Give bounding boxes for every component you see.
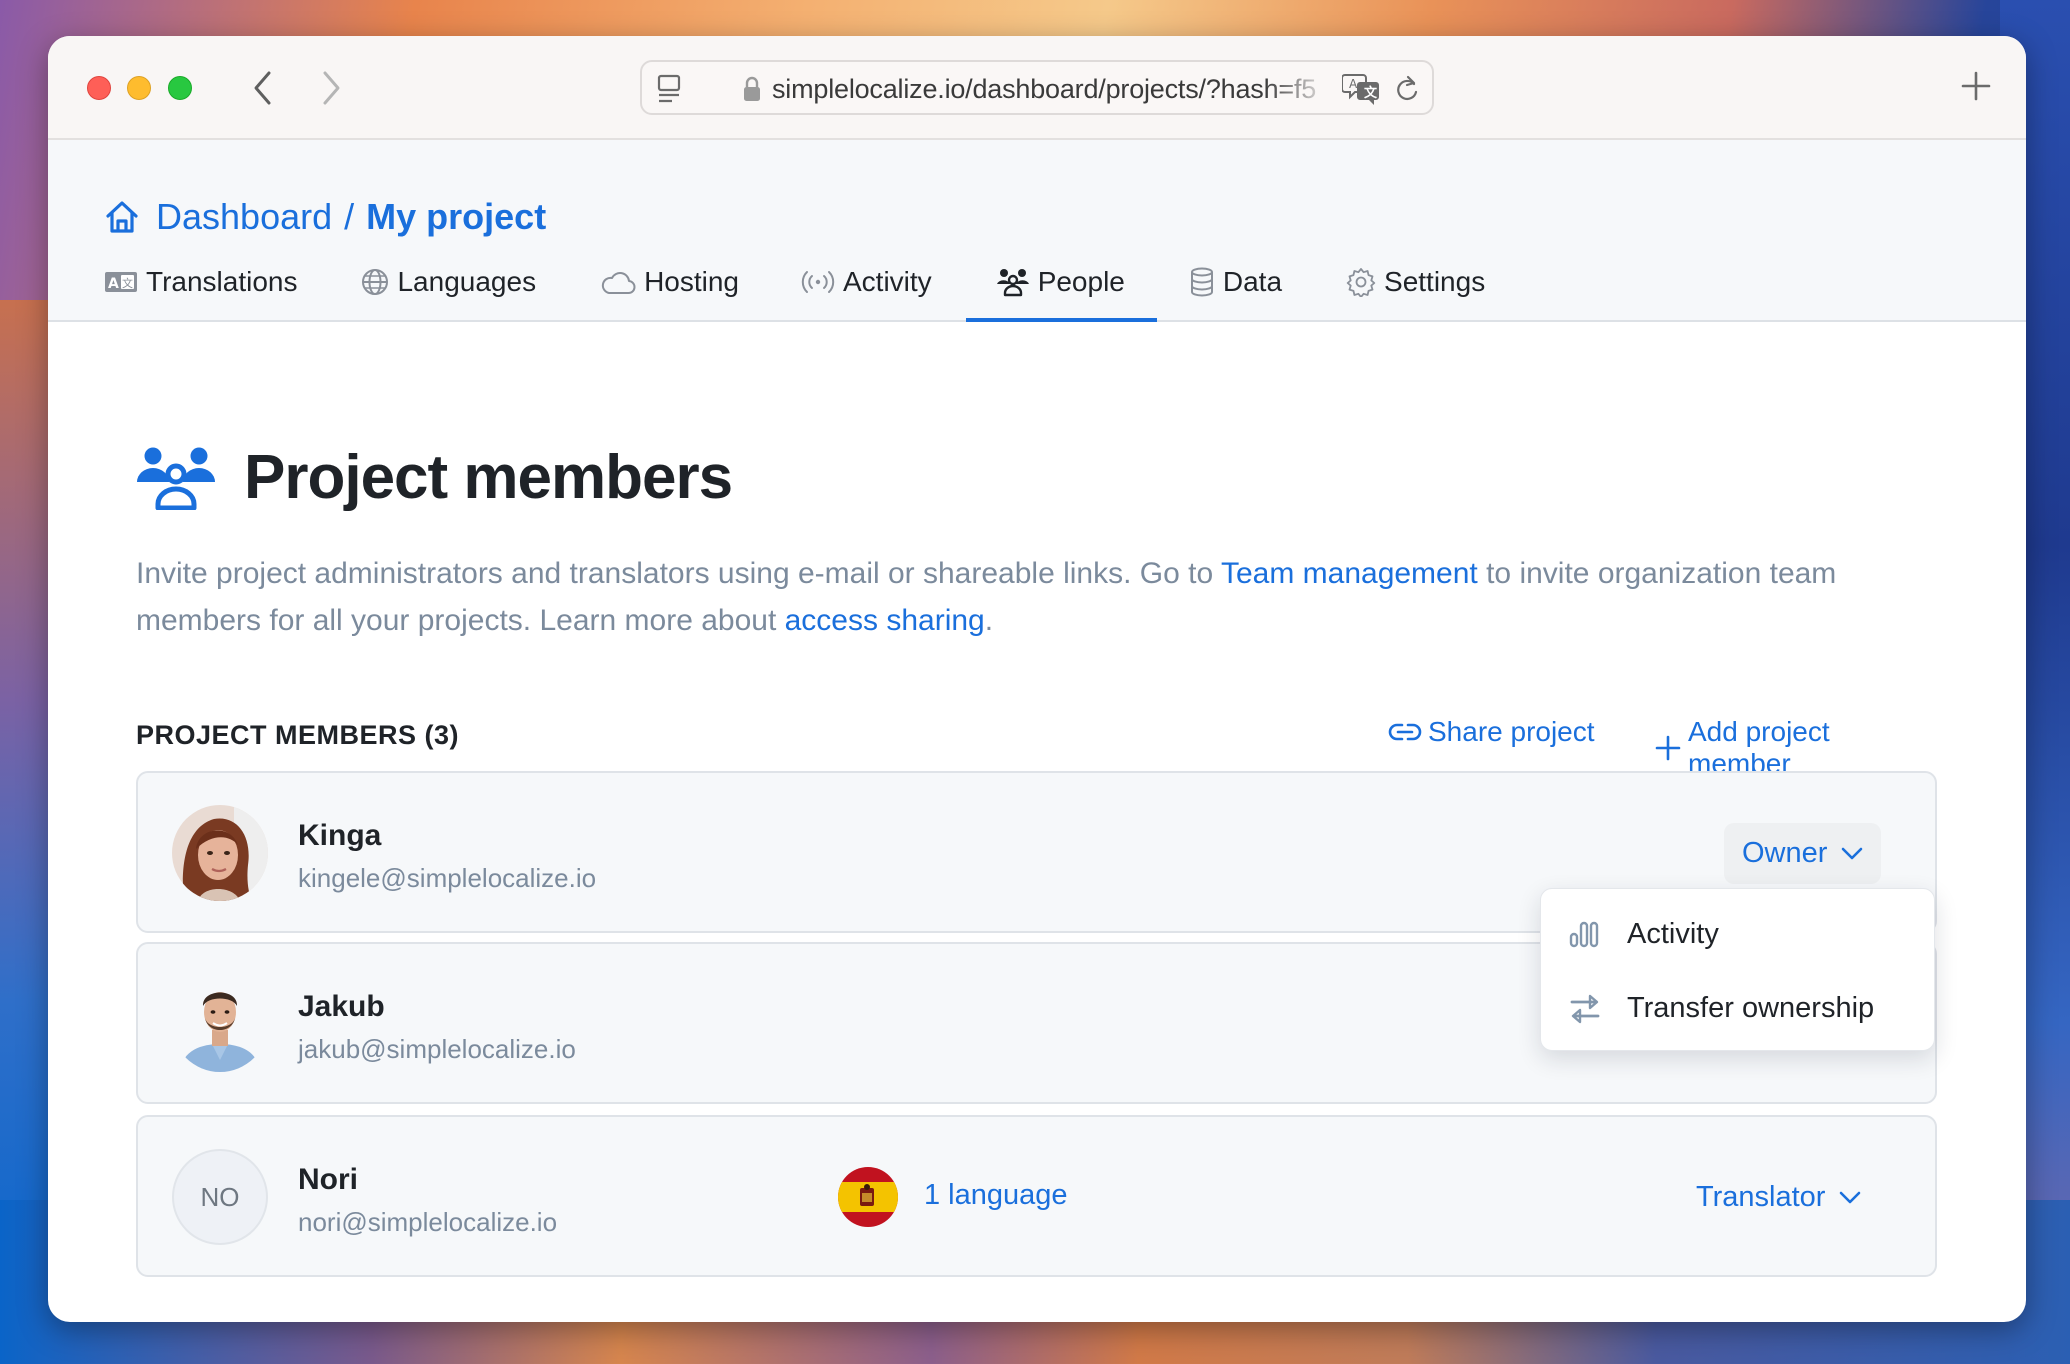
member-email: jakub@simplelocalize.io xyxy=(298,1034,576,1064)
share-project-button[interactable]: Share project xyxy=(1388,716,1595,748)
lock-icon xyxy=(742,76,762,107)
page-title: Project members xyxy=(244,443,733,512)
avatar xyxy=(172,976,268,1072)
menu-item-transfer-ownership[interactable]: Transfer ownership xyxy=(1541,973,1934,1043)
share-project-label: Share project xyxy=(1428,716,1595,747)
role-label: Translator xyxy=(1696,1181,1826,1213)
close-window-button[interactable] xyxy=(87,76,111,100)
globe-icon xyxy=(361,268,389,296)
menu-item-label: Activity xyxy=(1627,917,1719,950)
home-icon[interactable] xyxy=(104,199,140,235)
project-header: Dashboard / My project A文 Translations L… xyxy=(48,140,2026,322)
svg-text:文: 文 xyxy=(122,276,133,290)
member-row: NO Nori nori@simplelocalize.io 1 languag… xyxy=(136,1115,1937,1277)
svg-text:A: A xyxy=(1349,77,1358,91)
chevron-right-icon xyxy=(323,71,340,105)
translate-box-icon: A文 xyxy=(104,270,138,294)
tab-activity[interactable]: Activity xyxy=(801,257,932,307)
description-text: Invite project administrators and transl… xyxy=(136,557,1221,590)
tab-people[interactable]: People xyxy=(965,257,1158,322)
transfer-arrows-icon xyxy=(1569,992,1601,1024)
tab-label: Data xyxy=(1222,266,1283,297)
people-icon xyxy=(136,446,216,510)
member-email: nori@simplelocalize.io xyxy=(298,1207,558,1237)
plus-icon xyxy=(1654,734,1682,762)
tab-languages[interactable]: Languages xyxy=(361,257,536,307)
page-title-row: Project members xyxy=(136,442,733,513)
svg-text:文: 文 xyxy=(1364,85,1378,101)
project-tabs: A文 Translations Languages Hosting Activi… xyxy=(104,257,1485,322)
bar-chart-icon xyxy=(1569,920,1601,948)
minimize-window-button[interactable] xyxy=(127,76,151,100)
member-name: Kinga xyxy=(298,819,382,852)
chevron-down-icon xyxy=(1839,1191,1861,1205)
tab-label: People xyxy=(1037,266,1125,297)
spain-flag-icon xyxy=(838,1167,898,1227)
role-dropdown-button[interactable]: Translator xyxy=(1678,1167,1879,1228)
zoom-window-button[interactable] xyxy=(168,76,192,100)
menu-item-label: Transfer ownership xyxy=(1627,991,1875,1024)
svg-text:A: A xyxy=(108,276,119,292)
role-dropdown-button[interactable]: Owner xyxy=(1724,823,1882,884)
address-bar[interactable]: simplelocalize.io/dashboard/projects/?ha… xyxy=(640,60,1434,115)
chevron-down-icon xyxy=(1841,847,1863,861)
link-icon xyxy=(1388,720,1422,744)
url-text[interactable]: simplelocalize.io/dashboard/projects/?ha… xyxy=(772,74,1332,105)
members-section-title: PROJECT MEMBERS (3) xyxy=(136,720,460,750)
breadcrumb-current-project[interactable]: My project xyxy=(366,196,546,238)
tab-translations[interactable]: A文 Translations xyxy=(104,257,297,307)
plus-icon xyxy=(1961,71,1991,101)
tab-label: Activity xyxy=(843,266,932,297)
menu-item-activity[interactable]: Activity xyxy=(1541,899,1934,969)
tab-settings[interactable]: Settings xyxy=(1346,257,1485,307)
role-label: Owner xyxy=(1742,837,1828,869)
breadcrumb-dashboard-link[interactable]: Dashboard xyxy=(156,196,332,238)
tab-label: Translations xyxy=(146,266,298,297)
breadcrumb-separator: / xyxy=(344,196,355,237)
tab-data[interactable]: Data xyxy=(1189,257,1282,307)
database-icon xyxy=(1189,267,1215,297)
member-email: kingele@simplelocalize.io xyxy=(298,863,597,893)
breadcrumb: Dashboard / My project xyxy=(104,196,546,238)
back-button[interactable] xyxy=(242,66,282,110)
member-name: Jakub xyxy=(298,990,385,1023)
description-text: . xyxy=(984,604,994,637)
page-description: Invite project administrators and transl… xyxy=(136,550,1876,644)
avatar-initials: NO xyxy=(172,1149,268,1245)
gear-icon xyxy=(1346,267,1376,297)
members-section-header: PROJECT MEMBERS (3) Share project Add pr… xyxy=(136,712,1936,779)
people-icon xyxy=(996,267,1030,297)
languages-link[interactable]: 1 language xyxy=(924,1179,1068,1212)
tab-label: Languages xyxy=(397,266,537,297)
browser-window: simplelocalize.io/dashboard/projects/?ha… xyxy=(48,36,2026,1322)
tab-hosting[interactable]: Hosting xyxy=(600,257,739,307)
sidebar-icon[interactable] xyxy=(656,74,682,109)
chevron-left-icon xyxy=(254,71,271,105)
reload-icon[interactable] xyxy=(1394,74,1420,109)
browser-toolbar: simplelocalize.io/dashboard/projects/?ha… xyxy=(48,36,2026,140)
forward-button[interactable] xyxy=(312,66,352,110)
access-sharing-link[interactable]: access sharing xyxy=(785,604,985,637)
tab-label: Hosting xyxy=(644,266,739,297)
cloud-icon xyxy=(600,269,636,295)
new-tab-button[interactable] xyxy=(1956,66,1996,106)
team-management-link[interactable]: Team management xyxy=(1221,557,1478,590)
tab-label: Settings xyxy=(1384,266,1486,297)
member-name: Nori xyxy=(298,1163,358,1196)
broadcast-icon xyxy=(801,269,835,295)
role-dropdown-menu: Activity Transfer ownership xyxy=(1540,888,1935,1051)
avatar xyxy=(172,805,268,901)
translate-icon[interactable]: A文 xyxy=(1341,72,1382,111)
